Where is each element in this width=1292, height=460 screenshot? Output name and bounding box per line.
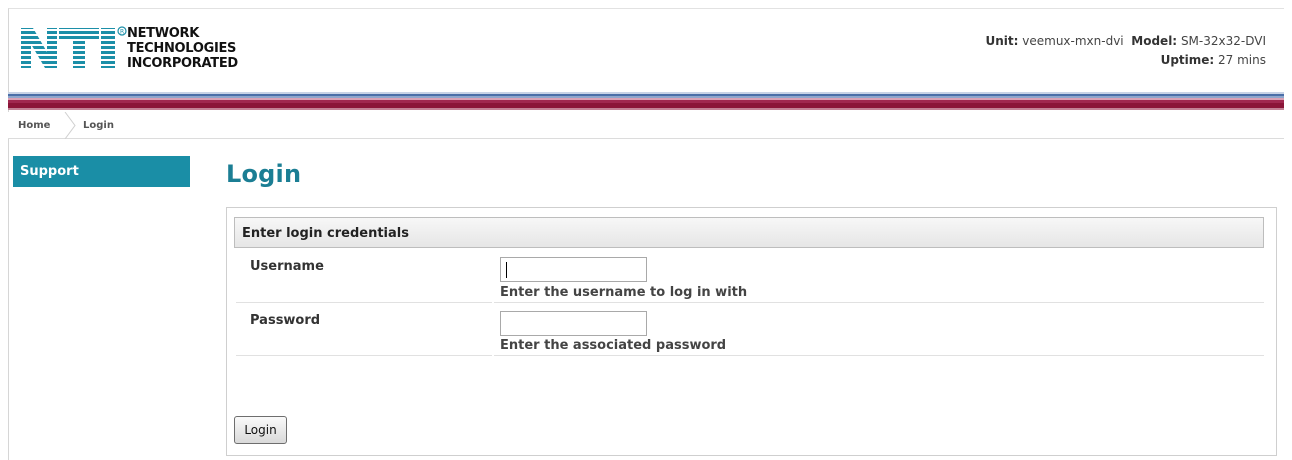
breadcrumb-current: Login [83,120,114,131]
password-field[interactable] [500,311,647,336]
row-divider [494,355,1264,356]
password-hint: Enter the associated password [500,338,727,353]
breadcrumb-home[interactable]: Home [18,120,50,131]
nti-logo-icon: R NETWORK TECHNOLOGIES INCORPORATED [19,24,259,84]
svg-text:R: R [120,29,124,36]
chevron-right-icon [64,112,76,139]
unit-label: Unit: [985,34,1019,48]
uptime-label: Uptime: [1160,53,1215,67]
header: R NETWORK TECHNOLOGIES INCORPORATED Unit… [8,8,1284,92]
logo-line-3: INCORPORATED [127,56,238,71]
row-divider [494,302,1264,303]
unit-value: veemux-mxn-dvi [1022,34,1124,48]
password-label: Password [250,313,321,328]
unit-info: Unit: veemux-mxn-dvi Model: SM-32x32-DVI… [986,32,1267,70]
username-hint: Enter the username to log in with [500,285,748,300]
model-value: SM-32x32-DVI [1180,34,1266,48]
model-label: Model: [1131,34,1178,48]
login-panel: Enter login credentials [226,207,1277,456]
breadcrumb: Home Login [8,112,1284,139]
page-title: Login [226,160,302,188]
logo-line-2: TECHNOLOGIES [127,41,237,56]
logo-line-1: NETWORK [127,26,200,41]
row-divider [236,302,492,303]
username-label: Username [250,259,324,274]
header-stripes [8,92,1284,110]
username-field[interactable] [500,257,647,282]
uptime-value: 27 mins [1218,53,1266,67]
text-caret [506,262,507,278]
row-divider [236,355,492,356]
login-button[interactable]: Login [234,416,287,444]
sidebar-item-support[interactable]: Support [13,156,190,187]
panel-heading: Enter login credentials [234,217,1264,248]
